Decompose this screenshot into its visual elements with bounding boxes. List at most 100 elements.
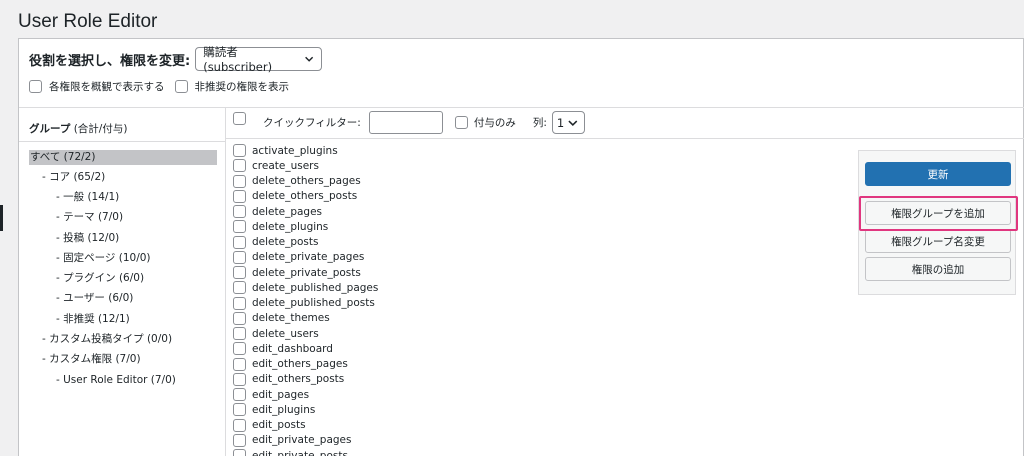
group-item-themes[interactable]: - テーマ (7/0) [56, 210, 123, 225]
capability-checkbox[interactable] [233, 433, 246, 447]
capability-item[interactable]: delete_themes [233, 311, 330, 326]
human-readable-option[interactable]: 各権限を概観で表示する [29, 79, 165, 94]
actions-box: 更新 権限グループを追加 権限グループ名変更 権限の追加 [858, 150, 1016, 295]
columns-select[interactable]: 1 [551, 111, 585, 134]
capability-label: edit_pages [252, 388, 310, 401]
groups-header-title: グループ [29, 123, 71, 135]
filter-row: クイックフィルター: 付与のみ 列: 1 [233, 111, 585, 134]
capability-label: activate_plugins [252, 144, 338, 157]
page-title: User Role Editor [18, 11, 158, 32]
capability-checkbox[interactable] [233, 296, 246, 310]
divider [225, 138, 1024, 139]
capability-item[interactable]: delete_posts [233, 235, 318, 250]
deprecated-option[interactable]: 非推奨の権限を表示 [174, 79, 290, 94]
capability-item[interactable]: delete_plugins [233, 219, 328, 234]
capability-item[interactable]: edit_plugins [233, 402, 315, 417]
capability-item[interactable]: delete_pages [233, 204, 322, 219]
group-item-custom-capabilities[interactable]: - カスタム権限 (7/0) [42, 352, 141, 367]
group-item-user-role-editor[interactable]: - User Role Editor (7/0) [56, 373, 176, 388]
capability-checkbox[interactable] [233, 205, 246, 218]
capability-label: delete_private_pages [252, 251, 365, 264]
capability-checkbox[interactable] [233, 327, 246, 340]
role-select-value: 購読者 (subscriber) [203, 45, 273, 74]
capability-label: edit_private_pages [252, 434, 352, 447]
add-capability-button[interactable]: 権限の追加 [865, 257, 1011, 281]
human-readable-checkbox[interactable] [29, 80, 42, 93]
capability-checkbox[interactable] [233, 372, 246, 386]
group-item-custom-post-types[interactable]: - カスタム投稿タイプ (0/0) [42, 332, 172, 347]
chevron-down-icon [305, 56, 314, 62]
capability-checkbox[interactable] [233, 357, 246, 371]
human-readable-label: 各権限を概観で表示する [49, 81, 165, 93]
capability-item[interactable]: delete_others_pages [233, 174, 361, 189]
capability-item[interactable]: delete_others_posts [233, 189, 357, 204]
capability-item[interactable]: edit_dashboard [233, 341, 333, 356]
capability-label: create_users [252, 159, 319, 172]
capability-checkbox[interactable] [233, 144, 246, 157]
capability-checkbox[interactable] [233, 281, 246, 295]
page: User Role Editor 役割を選択し、権限を変更: 購読者 (subs… [0, 0, 1024, 456]
group-item-pages[interactable]: - 固定ページ (10/0) [56, 251, 151, 266]
capability-checkbox[interactable] [233, 174, 246, 188]
group-item-general[interactable]: - 一般 (14/1) [56, 190, 119, 205]
quick-filter-label: クイックフィルター: [263, 117, 361, 129]
columns-select-value: 1 [556, 115, 565, 130]
capability-label: delete_others_posts [252, 190, 358, 203]
rename-group-button[interactable]: 権限グループ名変更 [865, 229, 1011, 253]
capability-item[interactable]: delete_private_pages [233, 250, 364, 265]
capability-item[interactable]: edit_posts [233, 418, 306, 433]
capability-label: delete_others_pages [252, 175, 361, 187]
chevron-down-icon [568, 119, 578, 126]
capability-item[interactable]: create_users [233, 158, 319, 173]
capability-checkbox[interactable] [233, 388, 246, 401]
capability-label: delete_private_posts [252, 266, 361, 279]
capability-label: edit_dashboard [252, 342, 333, 355]
capability-checkbox[interactable] [233, 189, 246, 203]
capability-label: delete_themes [252, 312, 330, 325]
capability-checkbox[interactable] [233, 311, 246, 325]
capability-item[interactable]: edit_others_pages [233, 357, 348, 372]
capability-checkbox[interactable] [233, 403, 246, 417]
granted-only-label: 付与のみ [473, 117, 516, 129]
quick-filter-input[interactable] [368, 111, 443, 134]
select-all-checkbox[interactable] [233, 111, 246, 125]
group-item-core[interactable]: - コア (65/2) [42, 170, 105, 185]
columns-label: 列: [532, 117, 547, 129]
capability-checkbox[interactable] [233, 220, 246, 234]
capability-checkbox[interactable] [233, 159, 246, 173]
capability-item[interactable]: edit_pages [233, 387, 309, 402]
deprecated-checkbox[interactable] [174, 80, 188, 93]
capability-item[interactable]: delete_private_posts [233, 265, 361, 280]
add-group-button[interactable]: 権限グループを追加 [865, 201, 1011, 225]
capability-item[interactable]: edit_private_posts [233, 448, 348, 456]
capability-checkbox[interactable] [233, 342, 246, 356]
capability-checkbox[interactable] [233, 449, 246, 456]
groups-header-subtitle: (合計/付与) [70, 123, 128, 135]
deprecated-label: 非推奨の権限を表示 [194, 81, 290, 93]
capability-item[interactable]: activate_plugins [233, 143, 338, 158]
capability-checkbox[interactable] [233, 250, 246, 264]
update-button[interactable]: 更新 [865, 162, 1011, 186]
role-select[interactable]: 購読者 (subscriber) [195, 45, 323, 74]
group-item-all[interactable]: すべて (72/2) [29, 150, 217, 165]
capability-checkbox[interactable] [233, 266, 246, 279]
capability-item[interactable]: delete_published_posts [233, 296, 375, 311]
divider [19, 141, 226, 142]
capability-checkbox[interactable] [233, 235, 246, 249]
capability-label: delete_users [252, 327, 319, 340]
group-item-users[interactable]: - ユーザー (6/0) [56, 291, 133, 306]
capability-label: delete_posts [252, 236, 319, 248]
capability-item[interactable]: delete_published_pages [233, 280, 378, 295]
granted-only-checkbox[interactable] [454, 116, 468, 129]
capability-checkbox[interactable] [233, 418, 246, 432]
capability-label: delete_published_pages [252, 281, 379, 294]
group-item-deprecated[interactable]: - 非推奨 (12/1) [56, 312, 130, 327]
capability-item[interactable]: delete_users [233, 326, 319, 341]
capability-item[interactable]: edit_others_posts [233, 372, 344, 387]
capability-label: edit_others_pages [252, 358, 348, 370]
capability-label: delete_plugins [252, 220, 329, 233]
group-item-posts[interactable]: - 投稿 (12/0) [56, 231, 119, 246]
groups-header: グループ (合計/付与) [29, 121, 127, 136]
capability-item[interactable]: edit_private_pages [233, 433, 351, 448]
group-item-plugins[interactable]: - プラグイン (6/0) [56, 271, 144, 286]
